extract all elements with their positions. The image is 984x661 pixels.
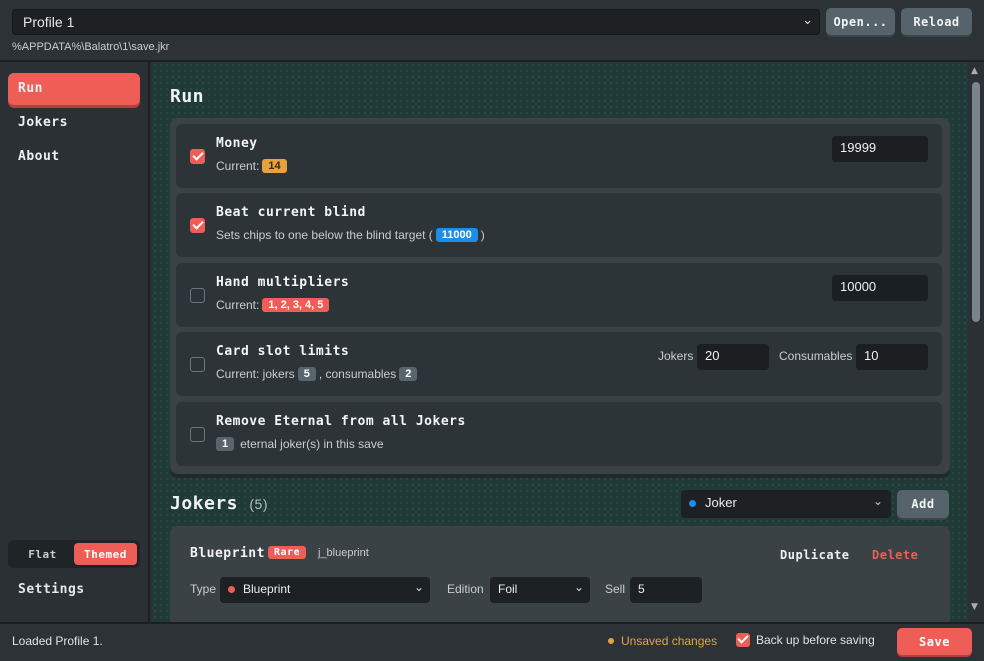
joker-color-dot [689,500,696,507]
remove-eternal-subtitle: 1 eternal joker(s) in this save [216,437,384,451]
settings-link[interactable]: Settings [18,582,85,597]
jokers-slot-label: Jokers [658,349,694,363]
eternal-count-label: eternal joker(s) in this save [240,437,384,451]
joker-name: Blueprint [190,546,265,561]
money-row: Money Current: 14 19999 [176,124,942,188]
theme-themed-option[interactable]: Themed [74,543,137,565]
hand-mult-title: Hand multipliers [216,275,350,290]
sidebar: Run Jokers About Flat Themed Settings [0,62,150,622]
card-slot-checkbox[interactable] [190,357,205,372]
duplicate-button[interactable]: Duplicate [780,548,850,562]
chevron-down-icon: ⌄ [573,580,584,594]
status-message: Loaded Profile 1. [12,634,103,648]
backup-label: Back up before saving [756,633,875,647]
backup-checkbox[interactable]: Back up before saving [736,633,875,647]
hand-mult-row: Hand multipliers Current: 1, 2, 3, 4, 5 … [176,263,942,327]
joker-type-select[interactable]: Joker ⌄ [681,490,891,518]
profile-select-value: Profile 1 [23,14,75,30]
blind-target-badge: 11000 [435,228,478,242]
status-bar: Loaded Profile 1. Unsaved changes Back u… [0,622,984,661]
beat-blind-desc: Sets chips to one below the blind target… [216,228,433,242]
run-section-title: Run [170,86,205,107]
joker-card: Blueprint Rare j_blueprint Duplicate Del… [170,526,950,622]
edition-select[interactable]: Foil ⌄ [490,577,590,603]
reload-button[interactable]: Reload [901,8,972,35]
unsaved-indicator: Unsaved changes [608,634,717,648]
beat-blind-row: Beat current blind Sets chips to one bel… [176,193,942,257]
chevron-down-icon: ⌄ [802,12,813,27]
sidebar-item-jokers[interactable]: Jokers [8,107,140,139]
main-content: Run Money Current: 14 19999 Beat current… [152,62,968,622]
card-slot-consumables-label: , consumables [318,367,397,381]
type-select[interactable]: Blueprint ⌄ [220,577,430,603]
scrollbar-thumb[interactable] [972,82,980,322]
sell-label: Sell [605,582,626,596]
chevron-down-icon: ⌄ [872,494,883,508]
edition-value: Foil [498,582,518,596]
card-slot-title: Card slot limits [216,344,350,359]
save-path-label: %APPDATA%\Balatro\1\save.jkr [12,41,170,53]
unsaved-label: Unsaved changes [621,634,718,648]
consumables-slot-label: Consumables [779,349,853,363]
edition-label: Edition [447,582,484,596]
money-current-label: Current: [216,159,260,173]
eternal-count-badge: 1 [216,437,235,451]
hand-mult-badge: 1, 2, 3, 4, 5 [262,298,330,312]
profile-select[interactable]: Profile 1 ⌄ [12,9,820,35]
joker-id: j_blueprint [318,547,369,559]
money-title: Money [216,136,258,151]
hand-mult-checkbox[interactable] [190,288,205,303]
main-scrollbar[interactable]: ▲ ▼ [968,62,984,622]
beat-blind-checkbox[interactable] [190,218,205,233]
jokers-section-title: Jokers (5) [170,493,268,514]
beat-blind-subtitle: Sets chips to one below the blind target… [216,228,485,242]
hand-mult-current-label: Current: [216,298,260,312]
open-button[interactable]: Open... [826,8,895,35]
theme-toggle: Flat Themed [8,540,140,568]
type-color-dot [228,586,235,593]
money-checkbox[interactable] [190,149,205,164]
remove-eternal-row: Remove Eternal from all Jokers 1 eternal… [176,402,942,466]
card-slot-subtitle: Current: jokers 5 , consumables 2 [216,367,418,381]
card-slot-jokers-badge: 5 [297,367,316,381]
card-slot-jokers-label: Current: jokers [216,367,295,381]
scroll-down-icon[interactable]: ▼ [971,602,978,612]
rarity-badge: Rare [268,546,307,559]
beat-blind-title: Beat current blind [216,205,366,220]
jokers-title: Jokers [170,493,239,514]
card-slot-consumables-badge: 2 [399,367,418,381]
sidebar-item-run[interactable]: Run [8,73,140,105]
remove-eternal-checkbox[interactable] [190,427,205,442]
money-current-badge: 14 [262,159,287,173]
jokers-slot-input[interactable]: 20 [697,344,769,370]
hand-mult-input[interactable]: 10000 [832,275,928,301]
remove-eternal-title: Remove Eternal from all Jokers [216,414,466,429]
sell-input[interactable]: 5 [630,577,702,603]
unsaved-dot-icon [608,638,614,644]
sidebar-item-about[interactable]: About [8,141,140,173]
beat-blind-desc-end: ) [480,228,485,242]
save-button[interactable]: Save [897,628,972,655]
joker-select-value: Joker [705,495,737,510]
card-slot-row: Card slot limits Current: jokers 5 , con… [176,332,942,396]
scroll-up-icon[interactable]: ▲ [971,66,978,76]
chevron-down-icon: ⌄ [413,580,424,594]
type-label: Type [190,582,217,596]
money-subtitle: Current: 14 [216,159,287,173]
consumables-slot-input[interactable]: 10 [856,344,928,370]
top-bar: Profile 1 ⌄ Open... Reload %APPDATA%\Bal… [0,0,984,62]
hand-mult-subtitle: Current: 1, 2, 3, 4, 5 [216,298,330,312]
add-joker-button[interactable]: Add [897,490,949,518]
money-input[interactable]: 19999 [832,136,928,162]
jokers-count: (5) [249,496,268,512]
delete-button[interactable]: Delete [872,548,918,562]
theme-flat-option[interactable]: Flat [11,543,74,565]
checkmark-icon [736,633,750,647]
run-panel: Money Current: 14 19999 Beat current bli… [170,118,950,474]
type-value: Blueprint [243,582,291,596]
